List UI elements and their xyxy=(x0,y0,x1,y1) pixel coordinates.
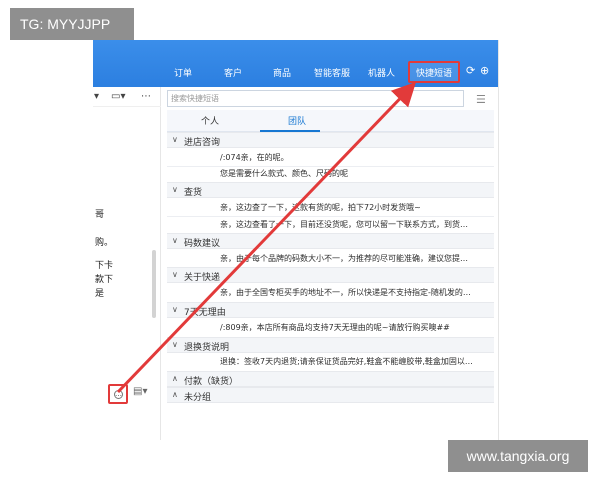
tag-label: TG: MYYJJPP xyxy=(10,8,134,40)
watermark-label: www.tangxia.org xyxy=(448,440,588,472)
caret-down-icon: ∨ xyxy=(172,135,178,144)
left-text-4: 款下 xyxy=(95,275,114,285)
divider xyxy=(167,166,494,167)
phrase-row[interactable]: 您是需要什么款式、颜色、尺码的呢 xyxy=(220,168,348,179)
document-icon[interactable]: ▤▾ xyxy=(133,386,147,397)
toolbar-dropdown-icon[interactable]: ▾ xyxy=(94,91,99,102)
search-input[interactable]: 搜索快捷短语 xyxy=(167,90,464,107)
nav-smart-service[interactable]: 智能客服 xyxy=(314,66,350,79)
nav-products[interactable]: 商品 xyxy=(273,66,291,79)
group-payment-stockout[interactable]: ∧ 付款（缺货） xyxy=(167,371,494,387)
phrase-row[interactable]: 亲，这边查看了一下，目前还没货呢，您可以留一下联系方式，到货给... xyxy=(220,219,475,230)
group-stock-check[interactable]: ∨ 查货 xyxy=(167,182,494,198)
caret-up-icon: ∧ xyxy=(172,390,178,399)
nav-orders[interactable]: 订单 xyxy=(174,66,192,79)
caret-down-icon: ∨ xyxy=(172,305,178,314)
left-text-2: 购。 xyxy=(95,238,114,248)
caret-down-icon: ∨ xyxy=(172,185,178,194)
tab-team[interactable]: 团队 xyxy=(288,114,306,127)
phrase-row[interactable]: 亲，这边查了一下，这款有货的呢，拍下72小时发货哦~ xyxy=(220,202,475,213)
group-seven-day-return[interactable]: ∨ 7天无理由 xyxy=(167,302,494,318)
group-express[interactable]: ∨ 关于快递 xyxy=(167,267,494,283)
caret-down-icon: ∨ xyxy=(172,236,178,245)
nav-quick-phrases[interactable]: 快捷短语 xyxy=(408,61,460,83)
video-icon[interactable]: ▭▾ xyxy=(111,91,125,102)
tab-person[interactable]: 个人 xyxy=(201,114,219,127)
tabs: 个人 团队 xyxy=(167,110,494,132)
phrase-row[interactable]: 亲，由于每个品牌的码数大小不一，为推荐的尽可能准确，建议您提供您... xyxy=(220,253,475,264)
phrase-row[interactable]: /:809亲，本店所有商品均支持7天无理由的呢~请放行购买噢## xyxy=(220,322,475,333)
phrase-row[interactable]: 退换：签收7天内退货;请亲保证货品完好,鞋盒不能缠胶带,鞋盒加固以免退... xyxy=(220,356,475,367)
group-return-policy[interactable]: ∨ 退换货说明 xyxy=(167,337,494,353)
phrases-list: ∨ 进店咨询 /:074亲，在的呢。 您是需要什么款式、颜色、尺码的呢 ∨ 查货 亲… xyxy=(167,132,494,437)
left-toolbar: ▾ ▭▾ ⋯ xyxy=(93,87,161,107)
quick-phrases-pane: 搜索快捷短语 ☰ 个人 团队 ∨ 进店咨询 /:074亲，在的呢。 您是需要什么款… xyxy=(162,87,498,440)
quick-phrase-icon: … xyxy=(114,390,123,399)
caret-up-icon: ∧ xyxy=(172,374,178,383)
group-size-advice[interactable]: ∨ 码数建议 xyxy=(167,233,494,249)
caret-down-icon: ∨ xyxy=(172,340,178,349)
left-text-1: 哥 xyxy=(95,210,105,220)
group-ungrouped[interactable]: ∧ 未分组 xyxy=(167,387,494,403)
left-text-5: 是 xyxy=(95,289,105,299)
canvas: TG: MYYJJPP 订单 客户 商品 智能客服 机器人 快捷短语 ⟳ ⊕ ▾… xyxy=(0,0,600,480)
divider xyxy=(167,216,494,217)
caret-down-icon: ∨ xyxy=(172,270,178,279)
nav-robot[interactable]: 机器人 xyxy=(368,66,395,79)
refresh-icon[interactable]: ⟳ xyxy=(466,65,475,76)
add-icon[interactable]: ⊕ xyxy=(480,65,489,76)
nav-customers[interactable]: 客户 xyxy=(224,66,242,79)
phrase-row[interactable]: /:074亲，在的呢。 xyxy=(220,152,289,163)
group-store-inquiry[interactable]: ∨ 进店咨询 xyxy=(167,132,494,148)
screenshot-panel: 订单 客户 商品 智能客服 机器人 快捷短语 ⟳ ⊕ ▾ ▭▾ ⋯ 哥 购。 下… xyxy=(93,40,499,440)
search-placeholder: 搜索快捷短语 xyxy=(171,94,219,103)
phrase-row[interactable]: 亲，由于全国专柜买手的地址不一，所以快递是不支持指定-随机发的呢，... xyxy=(220,287,475,298)
menu-icon[interactable]: ☰ xyxy=(476,93,486,106)
more-icon[interactable]: ⋯ xyxy=(141,91,151,102)
left-scrollbar[interactable] xyxy=(152,250,156,318)
quick-phrase-button[interactable]: … xyxy=(108,384,128,404)
left-text-3: 下卡 xyxy=(95,261,114,271)
top-bar: 订单 客户 商品 智能客服 机器人 快捷短语 ⟳ ⊕ xyxy=(93,40,498,87)
